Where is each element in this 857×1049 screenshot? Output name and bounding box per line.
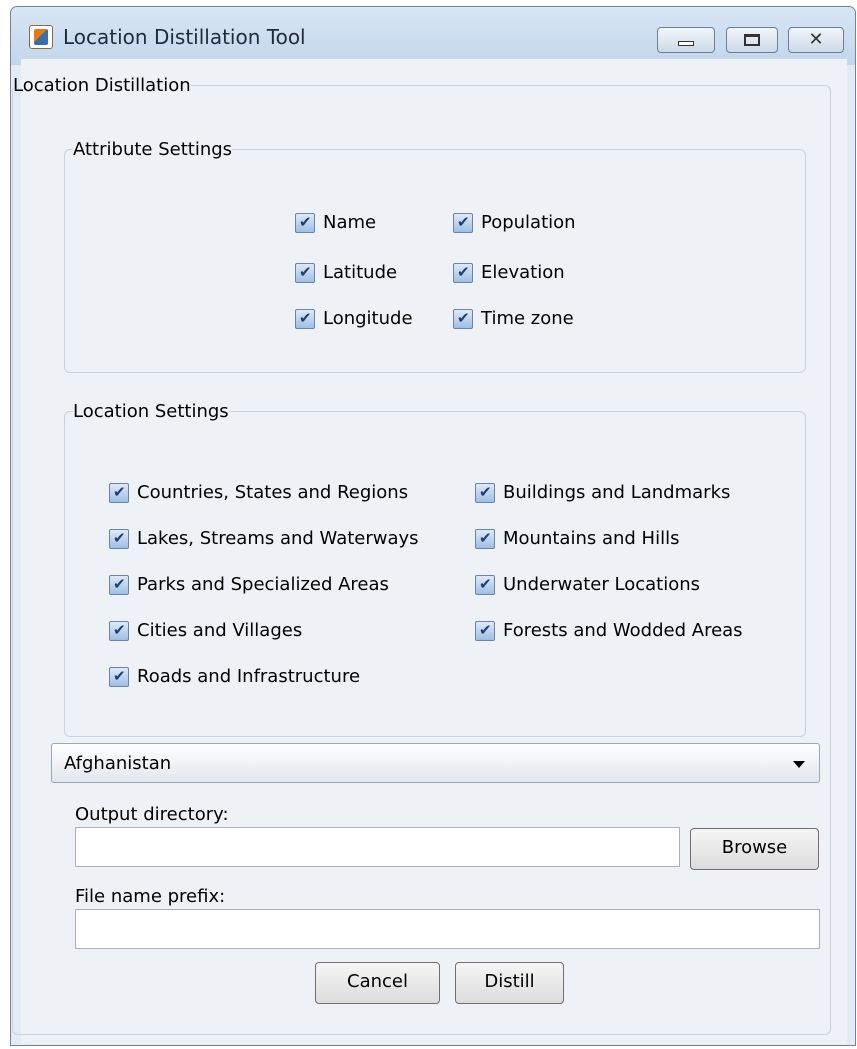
checkbox-latitude[interactable]: Latitude bbox=[295, 262, 397, 283]
checkbox-checked-icon bbox=[453, 262, 473, 283]
checkbox-checked-icon bbox=[109, 666, 129, 687]
checkbox-forests-wodded-areas[interactable]: Forests and Wodded Areas bbox=[475, 620, 743, 641]
checkbox-lakes-streams-waterways[interactable]: Lakes, Streams and Waterways bbox=[109, 528, 419, 549]
checkbox-checked-icon bbox=[453, 308, 473, 329]
file-name-prefix-input[interactable] bbox=[75, 909, 820, 949]
country-select[interactable]: Afghanistan bbox=[51, 743, 820, 783]
checkbox-underwater-locations[interactable]: Underwater Locations bbox=[475, 574, 700, 595]
location-settings-title: Location Settings bbox=[73, 401, 229, 422]
checkbox-checked-icon bbox=[475, 620, 495, 641]
checkbox-checked-icon bbox=[475, 574, 495, 595]
checkbox-checked-icon bbox=[109, 482, 129, 503]
maximize-button[interactable] bbox=[726, 27, 778, 53]
distill-button[interactable]: Distill bbox=[455, 962, 564, 1004]
checkbox-checked-icon bbox=[295, 262, 315, 283]
window-title: Location Distillation Tool bbox=[63, 25, 306, 49]
checkbox-checked-icon bbox=[453, 212, 473, 233]
checkbox-checked-icon bbox=[295, 212, 315, 233]
checkbox-checked-icon bbox=[109, 528, 129, 549]
checkbox-checked-icon bbox=[475, 528, 495, 549]
checkbox-cities-villages[interactable]: Cities and Villages bbox=[109, 620, 302, 641]
output-directory-label: Output directory: bbox=[75, 804, 229, 825]
checkbox-checked-icon bbox=[475, 482, 495, 503]
checkbox-checked-icon bbox=[295, 308, 315, 329]
checkbox-roads-infrastructure[interactable]: Roads and Infrastructure bbox=[109, 666, 360, 687]
checkbox-checked-icon bbox=[109, 574, 129, 595]
country-select-value: Afghanistan bbox=[64, 753, 172, 774]
checkbox-mountains-hills[interactable]: Mountains and Hills bbox=[475, 528, 679, 549]
checkbox-longitude[interactable]: Longitude bbox=[295, 308, 413, 329]
browse-button[interactable]: Browse bbox=[690, 828, 819, 870]
close-icon: ✕ bbox=[808, 29, 824, 50]
checkbox-checked-icon bbox=[109, 620, 129, 641]
checkbox-countries-states-regions[interactable]: Countries, States and Regions bbox=[109, 482, 408, 503]
checkbox-parks-specialized-areas[interactable]: Parks and Specialized Areas bbox=[109, 574, 389, 595]
location-distillation-title: Location Distillation bbox=[13, 75, 191, 96]
title-bar[interactable]: Location Distillation Tool ✕ bbox=[11, 7, 855, 65]
attribute-settings-title: Attribute Settings bbox=[73, 139, 233, 160]
chevron-down-icon[interactable] bbox=[793, 761, 805, 768]
checkbox-population[interactable]: Population bbox=[453, 212, 576, 233]
checkbox-buildings-landmarks[interactable]: Buildings and Landmarks bbox=[475, 482, 730, 503]
checkbox-elevation[interactable]: Elevation bbox=[453, 262, 565, 283]
file-name-prefix-label: File name prefix: bbox=[75, 886, 226, 907]
minimize-button[interactable] bbox=[657, 27, 715, 53]
output-directory-input[interactable] bbox=[75, 827, 680, 867]
checkbox-time-zone[interactable]: Time zone bbox=[453, 308, 574, 329]
cancel-button[interactable]: Cancel bbox=[315, 962, 440, 1004]
close-button[interactable]: ✕ bbox=[788, 27, 844, 53]
attribute-settings-group: Attribute Settings bbox=[64, 139, 806, 373]
java-app-icon bbox=[29, 25, 53, 49]
checkbox-name[interactable]: Name bbox=[295, 212, 376, 233]
